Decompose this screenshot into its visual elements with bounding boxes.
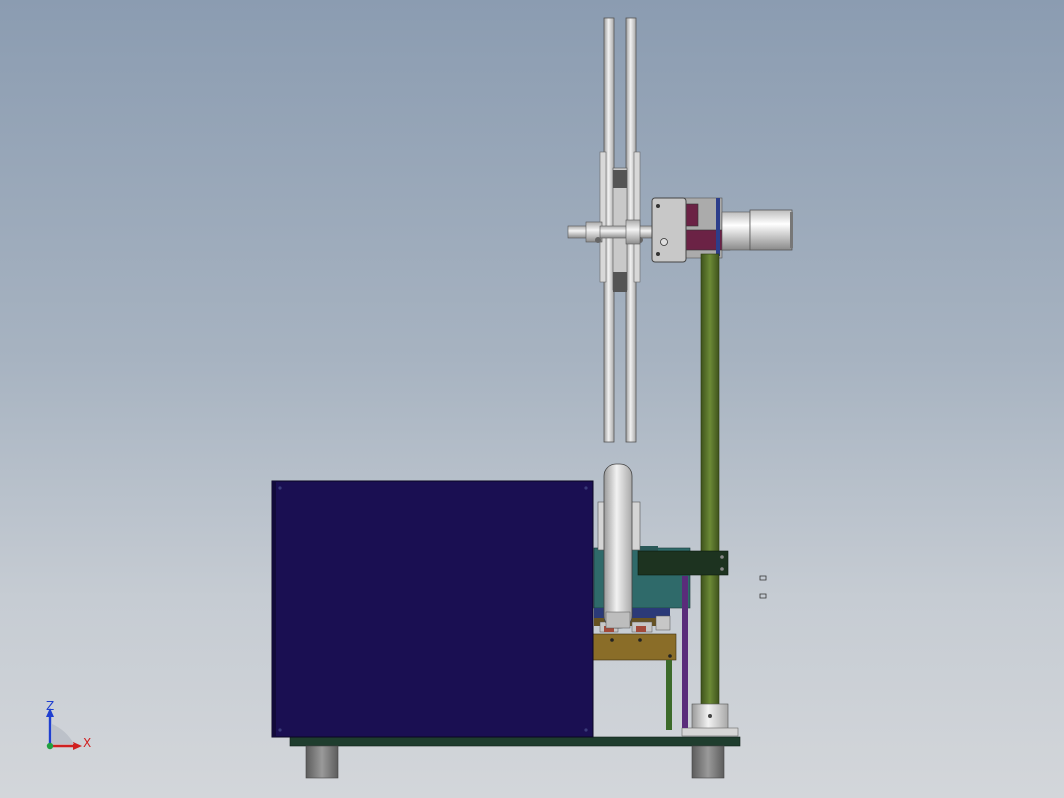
sketch-marker xyxy=(759,575,767,599)
dark-arm[interactable] xyxy=(637,550,729,576)
foot-right[interactable] xyxy=(691,745,725,779)
purple-rod[interactable] xyxy=(682,576,688,728)
reel-flange-left[interactable] xyxy=(599,151,607,283)
reel-hub-dark-upper xyxy=(613,170,627,188)
green-rod[interactable] xyxy=(666,660,672,730)
reel-hub-dark-lower xyxy=(613,272,627,292)
foot-left[interactable] xyxy=(305,745,339,779)
axis-x-label: X xyxy=(83,736,92,750)
control-cabinet[interactable] xyxy=(271,480,594,738)
support-pole[interactable] xyxy=(681,253,739,737)
reference-triad xyxy=(46,708,82,750)
guide-rail-front[interactable] xyxy=(603,463,633,629)
bronze-block[interactable] xyxy=(591,633,677,661)
assembly-model[interactable] xyxy=(0,0,1064,798)
reel-flange-right[interactable] xyxy=(633,151,641,283)
motor-body[interactable] xyxy=(749,209,793,251)
base-plate[interactable] xyxy=(289,736,741,779)
graphics-viewport[interactable]: Z X xyxy=(0,0,1064,798)
axis-z-label: Z xyxy=(46,699,55,713)
motor-assembly[interactable] xyxy=(651,197,793,263)
motor-flange[interactable] xyxy=(721,211,751,251)
